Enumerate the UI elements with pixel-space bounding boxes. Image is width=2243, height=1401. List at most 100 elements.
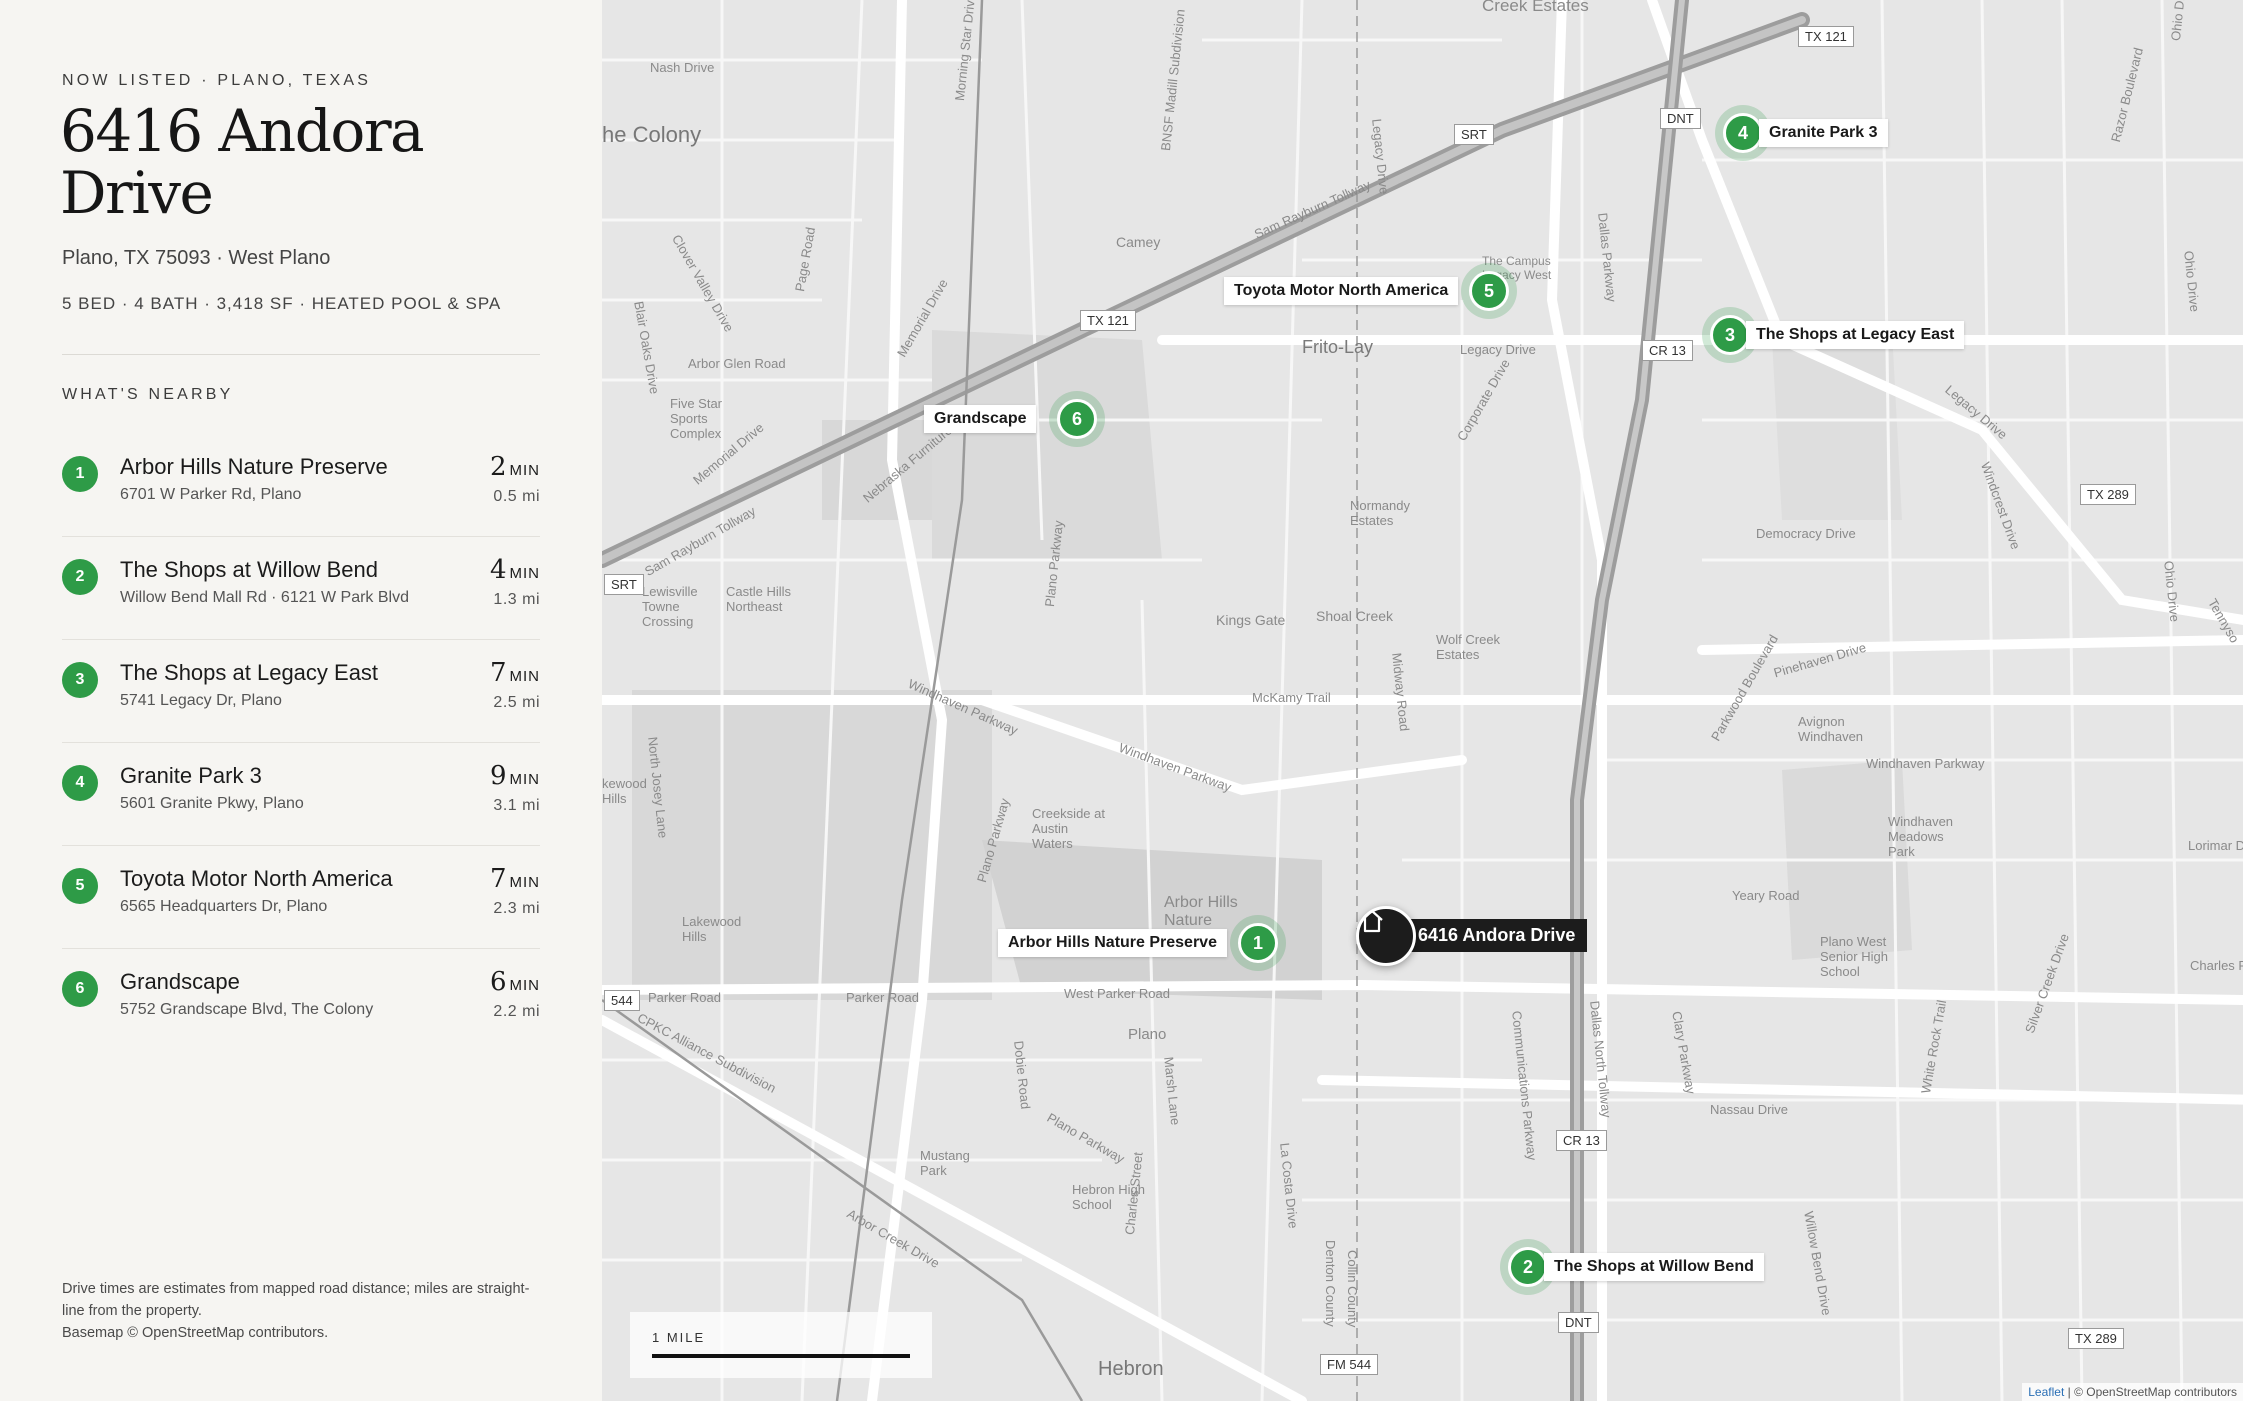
poi-drive-time: 7 MIN: [490, 658, 540, 688]
poi-time-unit: MIN: [509, 874, 540, 891]
basemap: [602, 0, 2243, 1401]
listing-panel: NOW LISTED · PLANO, TEXAS 6416 Andora Dr…: [0, 0, 602, 1401]
poi-distance: 0.5 mi: [493, 488, 540, 505]
map-road-label: Collin County: [1345, 1250, 1360, 1328]
map-marker-5[interactable]: 5: [1469, 271, 1509, 311]
list-item[interactable]: 5 Toyota Motor North America 6565 Headqu…: [62, 846, 540, 949]
poi-name: Arbor Hills Nature Preserve: [120, 454, 388, 479]
poi-time-value: 6: [489, 967, 507, 997]
map-place-label: Normandy Estates: [1350, 498, 1410, 528]
poi-address: 5741 Legacy Dr, Plano: [120, 692, 282, 709]
route-shield: TX 121: [1080, 310, 1136, 331]
map-marker-label[interactable]: Grandscape: [924, 405, 1037, 433]
route-shield: 544: [604, 990, 640, 1011]
map-place-label: Shoal Creek: [1316, 608, 1394, 624]
poi-address: 6565 Headquarters Dr, Plano: [120, 898, 328, 915]
listing-eyebrow: NOW LISTED · PLANO, TEXAS: [62, 72, 372, 89]
poi-number-badge: 5: [62, 868, 98, 904]
list-item[interactable]: 2 The Shops at Willow Bend Willow Bend M…: [62, 537, 540, 640]
map-marker-6[interactable]: 6: [1057, 399, 1097, 439]
poi-number-badge: 1: [62, 456, 98, 492]
poi-address: 6701 W Parker Rd, Plano: [120, 486, 302, 503]
home-marker[interactable]: [1356, 906, 1416, 966]
route-shield: DNT: [1660, 108, 1701, 129]
map-place-label: Camey: [1116, 234, 1161, 250]
map-road-label: Windhaven Parkway: [1866, 756, 1985, 771]
list-item[interactable]: 3 The Shops at Legacy East 5741 Legacy D…: [62, 640, 540, 743]
list-item[interactable]: 4 Granite Park 3 5601 Granite Pkwy, Plan…: [62, 743, 540, 846]
poi-time-value: 2: [489, 452, 507, 482]
footnote-drive-times: Drive times are estimates from mapped ro…: [62, 1281, 530, 1319]
poi-distance: 2.3 mi: [493, 900, 540, 917]
list-item[interactable]: 6 Grandscape 5752 Grandscape Blvd, The C…: [62, 949, 540, 1052]
nearby-heading: WHAT'S NEARBY: [62, 386, 234, 403]
map-marker-3[interactable]: 3: [1710, 315, 1750, 355]
map-road-label: McKamy Trail: [1252, 690, 1331, 705]
map-road-label: Yeary Road: [1732, 888, 1800, 903]
map-road-label: Arbor Glen Road: [688, 356, 786, 371]
map-place-label: Mustang Park: [920, 1148, 970, 1178]
map-place-label: Creek Estates: [1482, 0, 1589, 15]
poi-number-badge: 4: [62, 765, 98, 801]
footnote: Drive times are estimates from mapped ro…: [62, 1278, 540, 1344]
osm-attribution[interactable]: | © OpenStreetMap contributors: [2068, 1385, 2237, 1399]
map-place-label: Windhaven Meadows Park: [1888, 814, 1954, 859]
poi-time-value: 7: [489, 864, 507, 894]
map-road-label: Parker Road: [846, 990, 919, 1005]
leaflet-link[interactable]: Leaflet: [2028, 1385, 2064, 1399]
map-marker-label[interactable]: Arbor Hills Nature Preserve: [998, 929, 1227, 957]
poi-time-unit: MIN: [509, 668, 540, 685]
map-place-label: Lakewood Hills: [682, 914, 742, 944]
poi-number-badge: 6: [62, 971, 98, 1007]
map-road-label: Charles Place: [2190, 958, 2243, 973]
poi-drive-time: 9 MIN: [490, 761, 540, 791]
poi-time-value: 4: [489, 555, 507, 585]
poi-drive-time: 2 MIN: [490, 452, 540, 482]
house-icon: [1361, 909, 1383, 933]
poi-distance: 3.1 mi: [493, 797, 540, 814]
listing-specs: 5 BED · 4 BATH · 3,418 SF · HEATED POOL …: [62, 294, 502, 313]
poi-drive-time: 4 MIN: [490, 555, 540, 585]
map-marker-4[interactable]: 4: [1723, 113, 1763, 153]
poi-time-unit: MIN: [509, 977, 540, 994]
list-item[interactable]: 1 Arbor Hills Nature Preserve 6701 W Par…: [62, 434, 540, 537]
map-place-label: Plano: [1128, 1026, 1167, 1043]
map-marker-label[interactable]: Toyota Motor North America: [1224, 277, 1459, 305]
map-place-label: Frito-Lay: [1302, 337, 1374, 357]
poi-distance: 2.5 mi: [493, 694, 540, 711]
poi-time-unit: MIN: [509, 771, 540, 788]
poi-name: The Shops at Willow Bend: [120, 557, 379, 582]
map-marker-2[interactable]: 2: [1508, 1247, 1548, 1287]
divider: [62, 354, 540, 355]
map-marker-label[interactable]: The Shops at Willow Bend: [1544, 1253, 1764, 1281]
route-shield: SRT: [604, 574, 644, 595]
map-marker-label[interactable]: The Shops at Legacy East: [1746, 321, 1965, 349]
poi-time-value: 9: [489, 761, 507, 791]
map-place-label: Kings Gate: [1216, 612, 1286, 628]
footnote-basemap: Basemap © OpenStreetMap contributors.: [62, 1325, 329, 1341]
poi-time-unit: MIN: [509, 565, 540, 582]
listing-location: Plano, TX 75093 · West Plano: [62, 247, 331, 269]
route-shield: FM 544: [1320, 1354, 1379, 1375]
map-road-label: Democracy Drive: [1756, 526, 1856, 541]
poi-distance: 1.3 mi: [493, 591, 540, 608]
map-road-label: Denton County: [1323, 1240, 1338, 1327]
map-marker-label[interactable]: Granite Park 3: [1759, 119, 1888, 147]
map[interactable]: Creek Estates he Colony Camey Frito-Lay …: [602, 0, 2243, 1401]
map-marker-1[interactable]: 1: [1238, 923, 1278, 963]
route-shield: TX 289: [2080, 484, 2136, 505]
map-place-label: Avignon Windhaven: [1798, 714, 1864, 744]
scale-bar: 1 MILE: [630, 1312, 932, 1378]
map-place-label: Castle Hills Northeast: [726, 584, 792, 614]
map-road-label: West Parker Road: [1064, 986, 1170, 1001]
poi-address: 5752 Grandscape Blvd, The Colony: [120, 1001, 374, 1018]
nearby-list: 1 Arbor Hills Nature Preserve 6701 W Par…: [62, 434, 540, 1052]
home-label[interactable]: 6416 Andora Drive: [1404, 919, 1588, 952]
route-shield: CR 13: [1642, 340, 1693, 361]
poi-number-badge: 3: [62, 662, 98, 698]
map-place-label: Hebron: [1098, 1358, 1164, 1380]
poi-name: Toyota Motor North America: [120, 866, 393, 891]
map-road-label: Legacy Drive: [1460, 342, 1536, 357]
poi-number-badge: 2: [62, 559, 98, 595]
route-shield: CR 13: [1556, 1130, 1607, 1151]
